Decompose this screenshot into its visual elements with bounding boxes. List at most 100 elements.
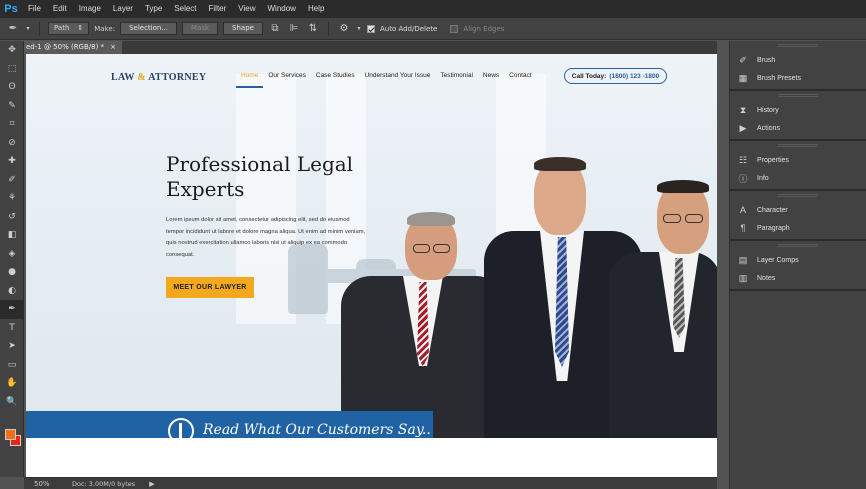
site-logo[interactable]: LAW & ATTORNEY <box>111 72 206 83</box>
lasso-tool-icon[interactable]: ʘ <box>0 78 24 97</box>
type-tool-icon[interactable]: T <box>0 319 24 338</box>
panel-item-info[interactable]: ⓘ Info <box>730 169 866 187</box>
panel-grip[interactable] <box>778 144 818 147</box>
path-alignment-icon[interactable]: ⊫ <box>287 23 301 34</box>
testimonial-banner[interactable]: Read What Our Customers Say.. <box>26 411 433 438</box>
nav-understand-your-issue[interactable]: Understand Your Issue <box>360 72 436 79</box>
panel-item-brush-presets[interactable]: ▦ Brush Presets <box>730 69 866 87</box>
panel-item-character[interactable]: A Character <box>730 201 866 219</box>
panel-item-label: Properties <box>757 156 789 164</box>
panel-grip[interactable] <box>778 244 818 247</box>
hand-tool-icon[interactable]: ✋ <box>0 374 24 393</box>
hero-headline-line1: Professional Legal <box>166 152 354 176</box>
panel-group: ✐ Brush ▦ Brush Presets <box>730 41 866 91</box>
panel-item-actions[interactable]: ▶ Actions <box>730 119 866 137</box>
foreground-color-swatch[interactable] <box>5 429 16 440</box>
panel-grip[interactable] <box>778 194 818 197</box>
menu-image[interactable]: Image <box>73 0 107 18</box>
site-logo-part2: ATTORNEY <box>145 72 207 83</box>
nav-case-studies[interactable]: Case Studies <box>311 72 360 79</box>
nav-testimonial[interactable]: Testimonial <box>435 72 478 79</box>
eraser-tool-icon[interactable]: ◧ <box>0 226 24 245</box>
gear-icon[interactable]: ⚙ <box>337 23 351 34</box>
zoom-level[interactable]: 50% <box>34 480 64 488</box>
shape-button[interactable]: Shape <box>223 22 263 35</box>
panel-grip[interactable] <box>778 44 818 47</box>
panel-item-label: Notes <box>757 274 776 282</box>
selection-button[interactable]: Selection... <box>120 22 178 35</box>
divider <box>39 21 40 36</box>
mask-button[interactable]: Mask <box>182 22 219 35</box>
call-today-button[interactable]: Call Today: (1800) 123 -1800 <box>564 68 667 84</box>
panel-item-brush[interactable]: ✐ Brush <box>730 51 866 69</box>
options-bar: ✒ ▾ Path ⇕ Make: Selection... Mask Shape… <box>0 18 866 40</box>
align-edges-label: Align Edges <box>463 24 505 33</box>
marquee-tool-icon[interactable]: ⬚ <box>0 60 24 79</box>
hero-headline: Professional Legal Experts <box>166 152 386 202</box>
nav-our-services[interactable]: Our Services <box>263 72 311 79</box>
brush-icon: ✐ <box>739 54 747 65</box>
history-brush-tool-icon[interactable]: ↺ <box>0 208 24 227</box>
chevron-down-icon[interactable]: ▾ <box>356 25 362 32</box>
lawyer-photo-right <box>609 180 717 438</box>
pen-mode-value: Path <box>54 24 70 32</box>
document-info: Doc: 3.00M/0 bytes <box>72 479 136 488</box>
nav-contact[interactable]: Contact <box>504 72 536 79</box>
rectangle-tool-icon[interactable]: ▭ <box>0 356 24 375</box>
menu-help[interactable]: Help <box>302 0 330 18</box>
move-tool-icon[interactable]: ✥ <box>0 41 24 60</box>
history-icon: ⧗ <box>739 104 747 115</box>
site-logo-amp: & <box>137 72 146 83</box>
menu-edit[interactable]: Edit <box>47 0 73 18</box>
panel-grip[interactable] <box>778 94 818 97</box>
brush-tool-icon[interactable]: ✐ <box>0 171 24 190</box>
menu-filter[interactable]: Filter <box>203 0 233 18</box>
nav-news[interactable]: News <box>478 72 504 79</box>
clone-stamp-tool-icon[interactable]: ⚘ <box>0 189 24 208</box>
crop-tool-icon[interactable]: ⌗ <box>0 115 24 134</box>
panel-dock: ✐ Brush ▦ Brush Presets ⧗ History ▶ Actions ☷ Pro… <box>729 41 866 489</box>
document-canvas[interactable]: LAW & ATTORNEY Home Our Services Case St… <box>26 54 717 477</box>
auto-add-delete-checkbox[interactable] <box>366 24 375 33</box>
quick-select-tool-icon[interactable]: ✎ <box>0 97 24 116</box>
path-select-tool-icon[interactable]: ➤ <box>0 337 24 356</box>
menu-file[interactable]: File <box>22 0 47 18</box>
eyedropper-tool-icon[interactable]: ⊘ <box>0 134 24 153</box>
nav-home[interactable]: Home <box>236 72 264 88</box>
path-operations-icon[interactable]: ⧉ <box>268 23 282 34</box>
menu-type[interactable]: Type <box>139 0 168 18</box>
panel-item-label: Info <box>757 174 769 182</box>
menu-select[interactable]: Select <box>168 0 202 18</box>
zoom-tool-icon[interactable]: 🔍 <box>0 393 24 412</box>
healing-brush-tool-icon[interactable]: ✚ <box>0 152 24 171</box>
pen-tool-icon[interactable]: ✒ <box>0 300 24 319</box>
panel-item-history[interactable]: ⧗ History <box>730 101 866 119</box>
pen-tool-icon[interactable]: ✒ <box>6 23 20 34</box>
pen-mode-select[interactable]: Path ⇕ <box>48 22 90 35</box>
quote-circle-icon <box>168 418 194 438</box>
panel-item-paragraph[interactable]: ¶ Paragraph <box>730 219 866 237</box>
color-swatches[interactable] <box>3 427 23 449</box>
chevron-down-icon[interactable]: ▾ <box>25 25 31 32</box>
panel-item-notes[interactable]: ▥ Notes <box>730 269 866 287</box>
align-edges-checkbox[interactable] <box>450 24 459 33</box>
dock-gap <box>717 41 729 489</box>
blur-tool-icon[interactable]: ● <box>0 263 24 282</box>
document-tab[interactable]: ed-1 @ 50% (RGB/8) * × <box>24 41 122 54</box>
meet-our-lawyer-button[interactable]: MEET OUR LAWYER <box>166 277 254 298</box>
status-menu-arrow-icon[interactable]: ▶ <box>149 480 154 488</box>
notes-icon: ▥ <box>738 272 748 283</box>
dodge-tool-icon[interactable]: ◐ <box>0 282 24 301</box>
paint-bucket-tool-icon[interactable]: ◈ <box>0 245 24 264</box>
panel-group: ☷ Properties ⓘ Info <box>730 141 866 191</box>
menu-layer[interactable]: Layer <box>107 0 139 18</box>
panel-item-label: Layer Comps <box>757 256 799 264</box>
panel-item-properties[interactable]: ☷ Properties <box>730 151 866 169</box>
panel-item-label: Paragraph <box>757 224 790 232</box>
path-arrangement-icon[interactable]: ⇅ <box>306 23 320 34</box>
menu-window[interactable]: Window <box>262 0 302 18</box>
menu-view[interactable]: View <box>232 0 261 18</box>
hero-body-text: Lorem ipsum dolor sit amet, consectetur … <box>166 217 366 258</box>
close-icon[interactable]: × <box>110 41 116 54</box>
panel-item-layer-comps[interactable]: ▤ Layer Comps <box>730 251 866 269</box>
